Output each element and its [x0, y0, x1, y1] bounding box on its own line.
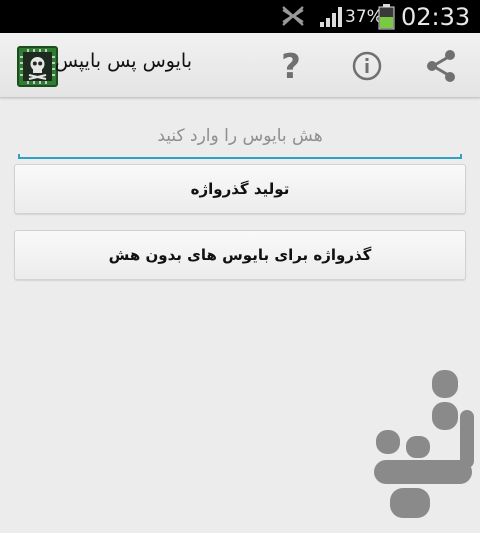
info-button[interactable]	[344, 43, 390, 89]
input-underline	[18, 154, 462, 159]
hash-input-field[interactable]	[18, 117, 462, 159]
signal-icon	[320, 7, 342, 27]
hash-input[interactable]	[18, 117, 462, 155]
info-icon	[352, 51, 382, 81]
generate-password-button[interactable]: تولید گذرواژه	[14, 164, 466, 214]
help-button[interactable]: ?	[268, 43, 314, 89]
store-logo-icon	[374, 370, 474, 518]
no-hash-password-label: گذرواژه برای بایوس های بدون هش	[108, 246, 372, 264]
share-button[interactable]	[418, 43, 464, 89]
app-title: بایوس پس بایپس	[54, 50, 192, 72]
clock: 02:33	[401, 3, 471, 31]
help-icon: ?	[281, 47, 301, 87]
status-bar: 37% 02:33	[0, 0, 480, 33]
action-bar: بایوس پس بایپس ?	[0, 33, 480, 98]
no-hash-password-button[interactable]: گذرواژه برای بایوس های بدون هش	[14, 230, 466, 280]
mute-icon	[282, 6, 304, 26]
battery-icon	[378, 4, 395, 30]
share-icon	[427, 50, 455, 82]
app-logo-icon[interactable]	[17, 46, 58, 87]
svg-text:?: ?	[281, 47, 301, 87]
generate-password-label: تولید گذرواژه	[190, 180, 290, 198]
